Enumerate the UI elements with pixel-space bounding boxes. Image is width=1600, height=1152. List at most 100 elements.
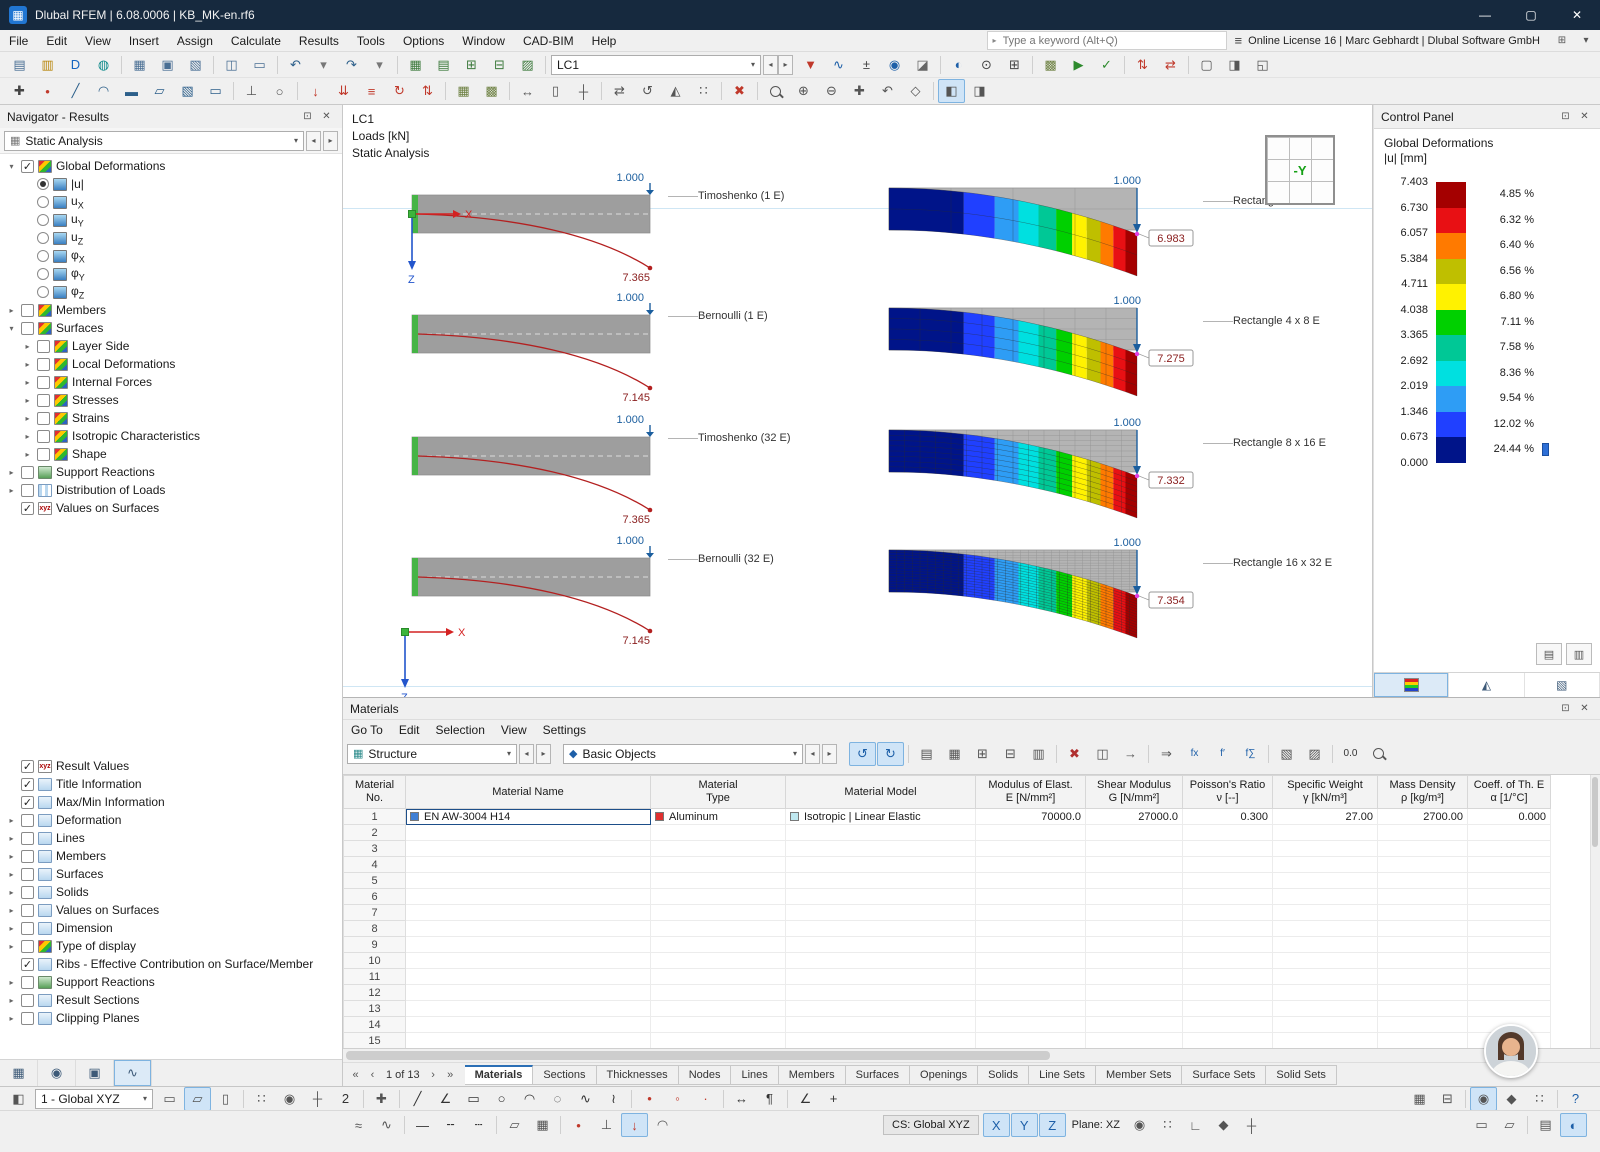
cell-e[interactable] xyxy=(975,1000,1086,1017)
tree-item-clipping-planes[interactable]: ▸ Clipping Planes xyxy=(0,1009,342,1027)
calculate-all-icon[interactable]: ▶ xyxy=(1065,53,1092,77)
cell-model[interactable]: Isotropic | Linear Elastic xyxy=(785,808,976,825)
cell-alpha[interactable] xyxy=(1467,920,1551,937)
checkbox[interactable] xyxy=(21,813,34,827)
sync-selection-icon[interactable]: ↺ xyxy=(849,741,876,766)
cell-alpha[interactable] xyxy=(1467,904,1551,921)
cell-rho[interactable] xyxy=(1377,1000,1468,1017)
clipping-box-icon[interactable]: ◪ xyxy=(909,53,936,77)
select-in-graphic-icon[interactable]: ↻ xyxy=(877,741,904,766)
node-tool-icon[interactable]: • xyxy=(34,79,61,103)
last-table-button[interactable]: » xyxy=(442,1066,459,1084)
cell-name[interactable] xyxy=(405,824,651,841)
node-on-line-icon[interactable]: · xyxy=(692,1087,719,1111)
panel-tab-filter[interactable]: ▧ xyxy=(1525,673,1600,697)
table-tab-lines[interactable]: Lines xyxy=(731,1064,779,1085)
cell-type[interactable] xyxy=(650,840,786,857)
cell-g[interactable] xyxy=(1085,920,1183,937)
table-tab-line-sets[interactable]: Line Sets xyxy=(1029,1064,1096,1085)
checkbox[interactable] xyxy=(37,393,50,407)
cell-rho[interactable] xyxy=(1377,968,1468,985)
tree-item-internal-forces[interactable]: ▸ Internal Forces xyxy=(0,373,342,391)
tree-item-shape[interactable]: ▸ Shape xyxy=(0,445,342,463)
table-tab-member-sets[interactable]: Member Sets xyxy=(1095,1064,1183,1085)
draw-rectangle-icon[interactable]: ▭ xyxy=(460,1087,487,1111)
cell-no[interactable]: 15 xyxy=(343,1032,406,1048)
radio-button[interactable] xyxy=(37,268,49,280)
cell-rho[interactable] xyxy=(1377,952,1468,969)
menu-edit[interactable]: Edit xyxy=(37,30,76,51)
cell-no[interactable]: 7 xyxy=(343,904,406,921)
expander-icon[interactable]: ▸ xyxy=(22,396,33,405)
cell-gamma[interactable] xyxy=(1272,904,1378,921)
tree-item-stresses[interactable]: ▸ Stresses xyxy=(0,391,342,409)
draw-ellipse-icon[interactable]: ◌ xyxy=(544,1087,571,1111)
ortho-toggle[interactable]: ∟ xyxy=(1182,1113,1209,1137)
tree-item-x[interactable]: φX xyxy=(0,247,342,265)
tree-item-distribution-of-loads[interactable]: ▸ Distribution of Loads xyxy=(0,481,342,499)
help-icon[interactable]: ? xyxy=(1562,1087,1589,1111)
cell-name[interactable] xyxy=(405,840,651,857)
cell-e[interactable] xyxy=(975,888,1086,905)
tree-item-members[interactable]: ▸ Members xyxy=(0,301,342,319)
osnap-toggle[interactable]: ◆ xyxy=(1210,1113,1237,1137)
cell-type[interactable] xyxy=(650,936,786,953)
cell-gamma[interactable]: 27.00 xyxy=(1272,808,1378,825)
checkbox[interactable] xyxy=(21,483,34,497)
cell-name[interactable] xyxy=(405,888,651,905)
cell-nu[interactable] xyxy=(1182,1016,1273,1033)
dimension-status-icon[interactable]: ↔ xyxy=(728,1087,755,1111)
next-table-group-button[interactable]: ▸ xyxy=(536,743,551,764)
guidelines-icon[interactable]: ┼ xyxy=(304,1087,331,1111)
close-panel-icon[interactable]: ✕ xyxy=(1576,108,1593,125)
paste-icon[interactable]: ▭ xyxy=(246,53,273,77)
node-between-icon[interactable]: ◦ xyxy=(664,1087,691,1111)
checkbox[interactable] xyxy=(21,1011,34,1025)
move-copy-icon[interactable]: ⇄ xyxy=(606,79,633,103)
mirror-icon[interactable]: ◭ xyxy=(662,79,689,103)
cell-no[interactable]: 12 xyxy=(343,984,406,1001)
tree-item-title-information[interactable]: ✓ Title Information xyxy=(0,775,342,793)
cell-gamma[interactable] xyxy=(1272,1000,1378,1017)
cell-gamma[interactable] xyxy=(1272,920,1378,937)
cell-rho[interactable] xyxy=(1377,984,1468,1001)
cell-rho[interactable] xyxy=(1377,936,1468,953)
cell-name[interactable] xyxy=(405,1000,651,1017)
dock-tables-icon[interactable]: ⊟ xyxy=(1434,1087,1461,1111)
cell-type[interactable] xyxy=(650,920,786,937)
comment-icon[interactable]: ¶ xyxy=(756,1087,783,1111)
view-cube[interactable]: -Y xyxy=(1265,135,1335,205)
minimize-button[interactable]: — xyxy=(1462,0,1508,30)
cell-e[interactable] xyxy=(975,1032,1086,1048)
tree-item-y[interactable]: φY xyxy=(0,265,342,283)
table-template-icon[interactable]: ▧ xyxy=(1273,742,1300,766)
menu-help[interactable]: Help xyxy=(583,30,626,51)
cell-rho[interactable] xyxy=(1377,904,1468,921)
panel-tab-color-scale[interactable] xyxy=(1374,673,1450,697)
cell-no[interactable]: 2 xyxy=(343,824,406,841)
visibility-icon[interactable]: ◐ xyxy=(945,53,972,77)
cell-alpha[interactable] xyxy=(1467,936,1551,953)
dashed-line-icon[interactable]: ╌ xyxy=(437,1113,464,1137)
menu-assign[interactable]: Assign xyxy=(168,30,222,51)
radio-button[interactable] xyxy=(37,196,49,208)
workplane-yz-icon[interactable]: ▯ xyxy=(212,1087,239,1111)
cell-rho[interactable] xyxy=(1377,872,1468,889)
close-panel-icon[interactable]: ✕ xyxy=(1576,700,1593,717)
redo-caret-icon[interactable]: ▾ xyxy=(366,53,393,77)
cell-gamma[interactable] xyxy=(1272,856,1378,873)
insert-row-icon[interactable]: ⊞ xyxy=(969,742,996,766)
redo-icon[interactable]: ↷ xyxy=(338,53,365,77)
work-plane-label[interactable]: Plane: XZ xyxy=(1072,1119,1120,1131)
cell-nu[interactable] xyxy=(1182,1032,1273,1048)
tree-item-ribs-effective-contribution-on-surface-member[interactable]: ✓ Ribs - Effective Contribution on Surfac… xyxy=(0,955,342,973)
radio-button[interactable] xyxy=(37,250,49,262)
cell-g[interactable] xyxy=(1085,984,1183,1001)
table-goto-icon[interactable]: ⊞ xyxy=(458,53,485,77)
tree-item-solids[interactable]: ▸ Solids xyxy=(0,883,342,901)
workplane-xy-icon[interactable]: ▭ xyxy=(156,1087,183,1111)
checkbox[interactable] xyxy=(21,831,34,845)
draw-nurbs-icon[interactable]: ≀ xyxy=(600,1087,627,1111)
cell-alpha[interactable] xyxy=(1467,968,1551,985)
mesh-generate-icon[interactable]: ▩ xyxy=(1037,53,1064,77)
